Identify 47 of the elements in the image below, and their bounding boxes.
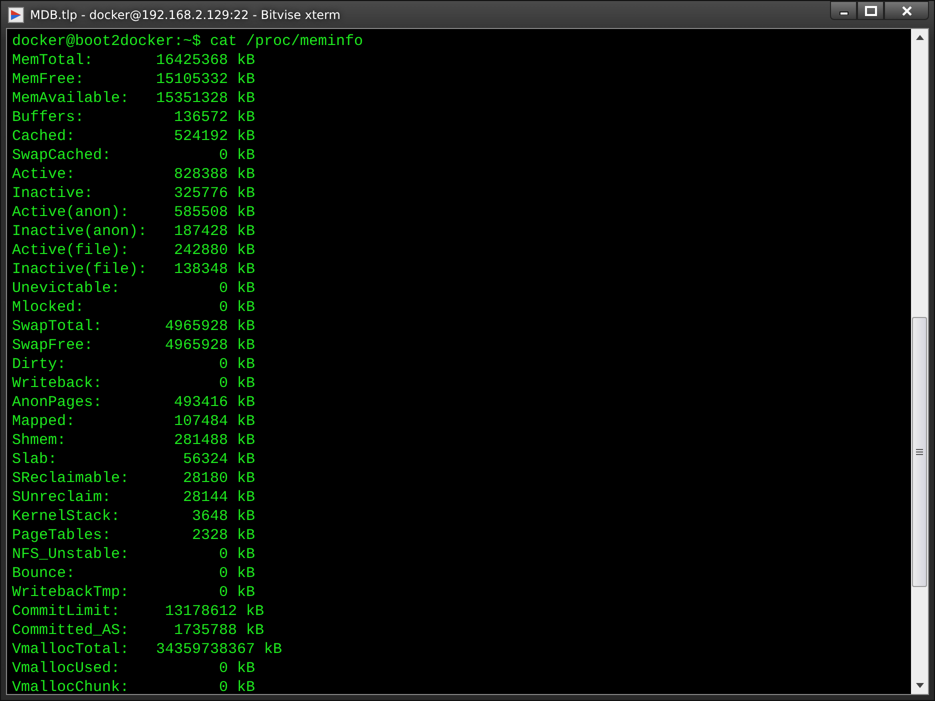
terminal-line: MemFree: 15105332 kB xyxy=(12,70,256,89)
terminal-line: SwapFree: 4965928 kB xyxy=(12,336,256,355)
terminal-line: VmallocChunk: 0 kB xyxy=(12,678,256,697)
up-arrow-icon xyxy=(916,35,924,40)
terminal-line: MemTotal: 16425368 kB xyxy=(12,51,256,70)
close-icon xyxy=(900,6,912,16)
terminal-line: Bounce: 0 kB xyxy=(12,564,256,583)
terminal-line: VmallocUsed: 0 kB xyxy=(12,659,256,678)
grip-icon xyxy=(916,448,923,456)
terminal-line: SReclaimable: 28180 kB xyxy=(12,469,256,488)
terminal-line: Unevictable: 0 kB xyxy=(12,279,256,298)
terminal-line: Active(file): 242880 kB xyxy=(12,241,256,260)
terminal-line: SUnreclaim: 28144 kB xyxy=(12,488,256,507)
terminal-line: Writeback: 0 kB xyxy=(12,374,256,393)
terminal-line: Dirty: 0 kB xyxy=(12,355,256,374)
terminal-line: Active(anon): 585508 kB xyxy=(12,203,256,222)
terminal-line: PageTables: 2328 kB xyxy=(12,526,256,545)
terminal-line: Shmem: 281488 kB xyxy=(12,431,256,450)
terminal-line: Buffers: 136572 kB xyxy=(12,108,256,127)
terminal-line: CommitLimit: 13178612 kB xyxy=(12,602,266,621)
terminal-line: MemAvailable: 15351328 kB xyxy=(12,89,256,108)
terminal-line: Cached: 524192 kB xyxy=(12,127,256,146)
terminal-line: AnonPages: 493416 kB xyxy=(12,393,256,412)
maximize-button[interactable] xyxy=(857,1,884,20)
scrollbar-thumb[interactable] xyxy=(912,317,927,587)
terminal-line: SwapTotal: 4965928 kB xyxy=(12,317,256,336)
terminal-line: Mapped: 107484 kB xyxy=(12,412,256,431)
window-title: MDB.tlp - docker@192.168.2.129:22 - Bitvise xterm xyxy=(30,8,340,22)
terminal-line: docker@boot2docker:~$ cat /proc/meminfo xyxy=(12,32,364,51)
terminal-line: Inactive(file): 138348 kB xyxy=(12,260,256,279)
close-button[interactable] xyxy=(884,1,929,20)
terminal-line: Slab: 56324 kB xyxy=(12,450,256,469)
vertical-scrollbar[interactable] xyxy=(911,29,928,694)
terminal-line: WritebackTmp: 0 kB xyxy=(12,583,256,602)
terminal-line: Committed_AS: 1735788 kB xyxy=(12,621,266,640)
terminal-app-icon xyxy=(8,6,24,22)
terminal-line: Active: 828388 kB xyxy=(12,165,256,184)
terminal-line: SwapCached: 0 kB xyxy=(12,146,256,165)
terminal-line: NFS_Unstable: 0 kB xyxy=(12,545,256,564)
terminal-line: Inactive: 325776 kB xyxy=(12,184,256,203)
terminal-line: KernelStack: 3648 kB xyxy=(12,507,256,526)
terminal-line: Mlocked: 0 kB xyxy=(12,298,256,317)
terminal-line: VmallocTotal: 34359738367 kB xyxy=(12,640,284,659)
minimize-button[interactable] xyxy=(830,1,857,20)
maximize-icon xyxy=(864,6,876,16)
terminal-line: Inactive(anon): 187428 kB xyxy=(12,222,256,241)
down-arrow-icon xyxy=(916,683,924,688)
